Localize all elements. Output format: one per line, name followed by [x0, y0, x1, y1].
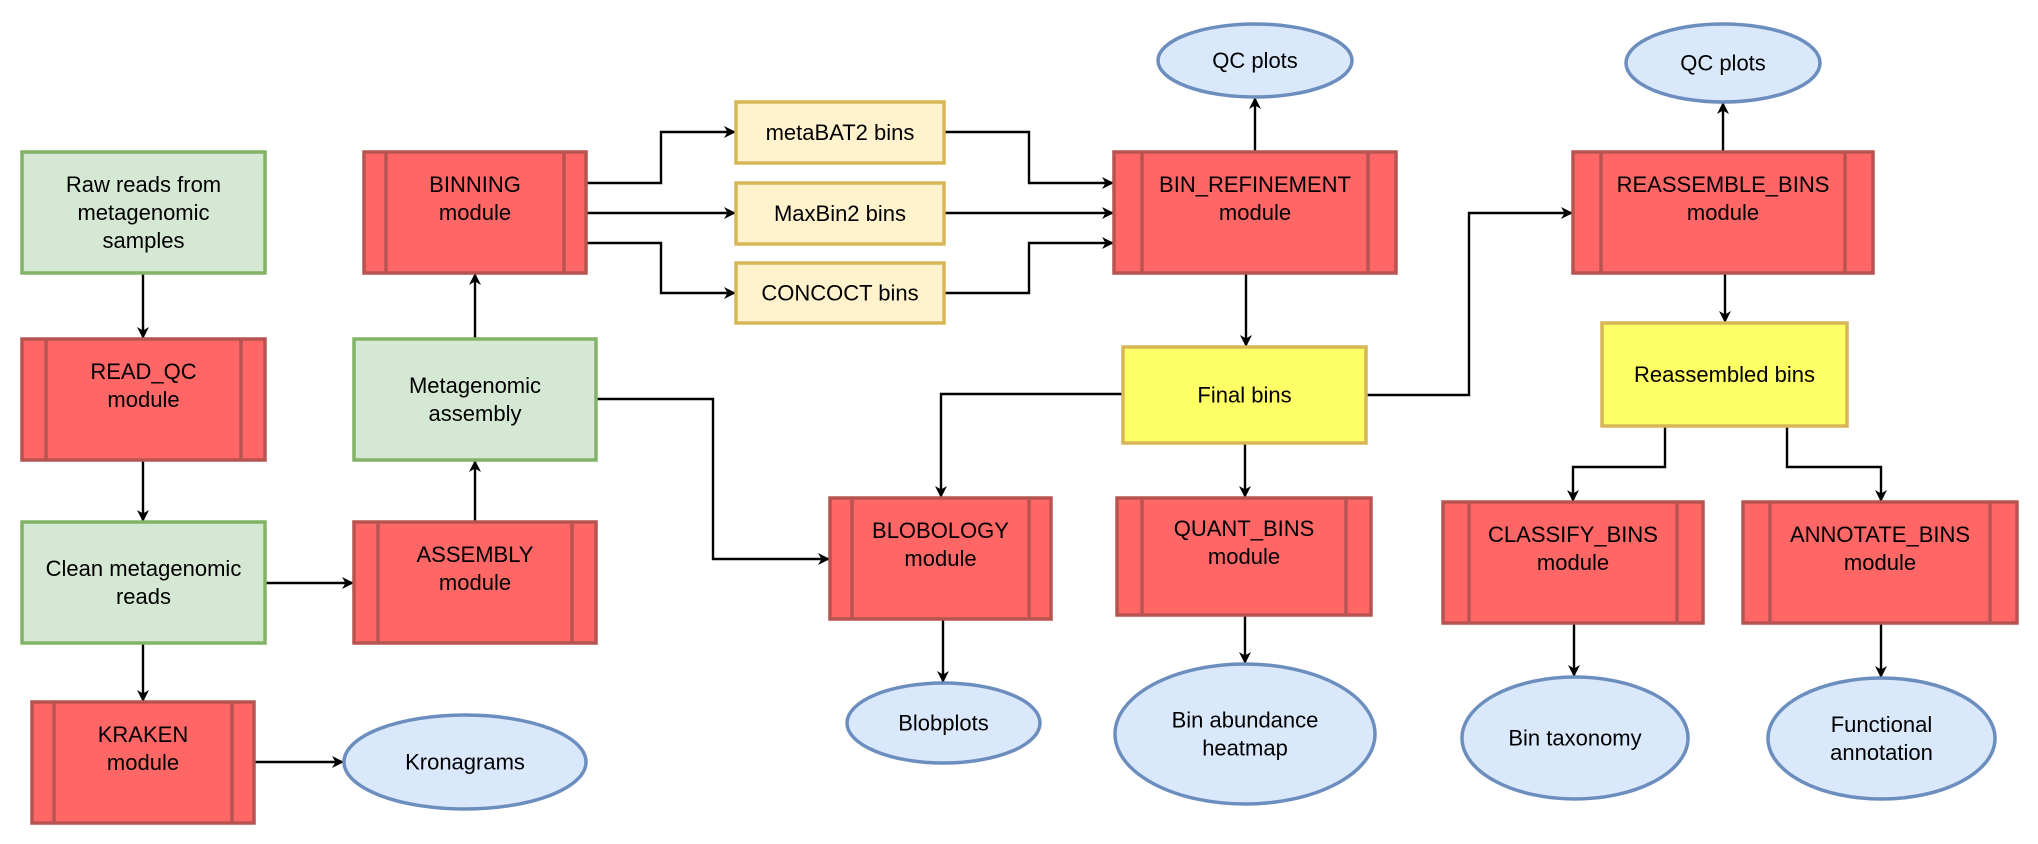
- node-label-line: READ_QC: [90, 359, 196, 384]
- node-label-line: Metagenomic: [409, 373, 541, 398]
- nodes-layer: Raw reads frommetagenomicsamplesREAD_QCm…: [20, 22, 2019, 825]
- node-qc-plots-2[interactable]: QC plots: [1624, 22, 1822, 104]
- node-label-line: CLASSIFY_BINS: [1488, 522, 1658, 547]
- node-label-line: module: [1208, 544, 1280, 569]
- node-label-line: Functional: [1831, 712, 1933, 737]
- node-binning[interactable]: BINNING module: [362, 150, 588, 275]
- node-assembly[interactable]: ASSEMBLY module: [352, 520, 598, 645]
- node-label-line: metagenomic: [77, 200, 209, 225]
- node-maxbin2[interactable]: MaxBin2 bins: [734, 181, 946, 246]
- node-label-line: Bin taxonomy: [1508, 726, 1641, 751]
- node-read-qc[interactable]: READ_QCmodule: [20, 337, 267, 462]
- output-ellipse: [1113, 662, 1377, 806]
- node-raw-reads[interactable]: Raw reads from metagenomic samples: [20, 150, 267, 275]
- node-label-line: Kronagrams: [405, 750, 525, 775]
- node-label-line: module: [1844, 550, 1916, 575]
- input-box: [352, 337, 598, 462]
- node-label-line: QUANT_BINS: [1174, 516, 1315, 541]
- node-label-line: module: [1537, 550, 1609, 575]
- node-metagenomic-assembly[interactable]: Metagenomic assembly: [352, 337, 598, 462]
- edge-binning-to-concoct: [586, 241, 736, 299]
- node-reassembled-bins[interactable]: Reassembled bins: [1600, 321, 1849, 428]
- node-classify-bins[interactable]: CLASSIFY_BINSmodule: [1441, 500, 1705, 625]
- node-label-line: samples: [103, 228, 185, 253]
- edge-reassembled-bins-to-classify-bins: [1567, 426, 1667, 502]
- node-concoct[interactable]: CONCOCT bins: [734, 261, 946, 325]
- node-label-line: ANNOTATE_BINS: [1790, 522, 1970, 547]
- edge-final-bins-to-blobology: [935, 392, 1123, 498]
- edge-reassembled-bins-to-annotate-bins: [1785, 426, 1887, 502]
- node-bin-refinement[interactable]: BIN_REFINEMENTmodule: [1112, 150, 1398, 275]
- node-clean-reads[interactable]: Clean metagenomic reads: [20, 520, 267, 645]
- node-quant-bins[interactable]: QUANT_BINSmodule: [1115, 496, 1373, 617]
- node-bin-taxonomy[interactable]: Bin taxonomy: [1460, 675, 1690, 801]
- node-label-line: KRAKEN: [98, 722, 188, 747]
- node-label-line: module: [439, 200, 511, 225]
- node-label-line: QC plots: [1212, 48, 1298, 73]
- node-label-line: metaBAT2 bins: [766, 120, 915, 145]
- node-label-line: module: [1219, 200, 1291, 225]
- edge-binning-to-metabat2: [586, 126, 736, 185]
- node-label-line: REASSEMBLE_BINS: [1617, 172, 1830, 197]
- node-label-line: Bin abundance: [1172, 708, 1319, 733]
- node-metabat2[interactable]: metaBAT2 bins: [734, 100, 946, 165]
- node-label-line: Clean metagenomic: [46, 556, 242, 581]
- node-label-line: module: [1687, 200, 1759, 225]
- node-final-bins[interactable]: Final bins: [1121, 345, 1368, 445]
- edge-concoct-to-bin-refinement: [944, 237, 1114, 295]
- node-label-line: Blobplots: [898, 711, 989, 736]
- node-blobplots[interactable]: Blobplots: [845, 681, 1042, 765]
- node-kraken[interactable]: KRAKEN module: [30, 700, 256, 825]
- node-label-line: reads: [116, 584, 171, 609]
- node-label-line: BINNING: [429, 172, 521, 197]
- node-label-line: Final bins: [1197, 383, 1291, 408]
- node-label-line: Reassembled bins: [1634, 362, 1815, 387]
- node-label-line: MaxBin2 bins: [774, 201, 906, 226]
- node-label-line: ASSEMBLY: [417, 542, 534, 567]
- edge-metagenomic-assembly-to-blobology: [596, 397, 830, 565]
- node-label-line: Raw reads from: [66, 172, 221, 197]
- node-label-line: module: [107, 387, 179, 412]
- node-annotate-bins[interactable]: ANNOTATE_BINSmodule: [1741, 500, 2019, 625]
- node-reassemble-bins[interactable]: REASSEMBLE_BINSmodule: [1571, 150, 1875, 275]
- input-box: [20, 520, 267, 645]
- pipeline-diagram: Raw reads frommetagenomicsamplesREAD_QCm…: [20, 22, 2019, 825]
- node-bin-abundance[interactable]: Bin abundance heatmap: [1113, 662, 1377, 806]
- node-label-line: BIN_REFINEMENT: [1159, 172, 1351, 197]
- node-label-line: module: [904, 546, 976, 571]
- node-kronagrams[interactable]: Kronagrams: [342, 713, 588, 811]
- node-qc-plots-1[interactable]: QC plots: [1156, 22, 1354, 99]
- node-label-line: module: [439, 570, 511, 595]
- node-label-line: QC plots: [1680, 51, 1766, 76]
- node-label-line: annotation: [1830, 740, 1933, 765]
- node-blobology[interactable]: BLOBOLOGY module: [828, 496, 1053, 621]
- edge-metabat2-to-bin-refinement: [944, 130, 1114, 189]
- node-functional-annotation[interactable]: Functional annotation: [1766, 676, 1997, 801]
- node-label-line: heatmap: [1202, 736, 1288, 761]
- node-label-line: CONCOCT bins: [761, 281, 918, 306]
- output-ellipse: [1766, 676, 1997, 801]
- node-label-line: BLOBOLOGY: [872, 518, 1009, 543]
- node-label-line: module: [107, 750, 179, 775]
- node-label-line: assembly: [429, 401, 522, 426]
